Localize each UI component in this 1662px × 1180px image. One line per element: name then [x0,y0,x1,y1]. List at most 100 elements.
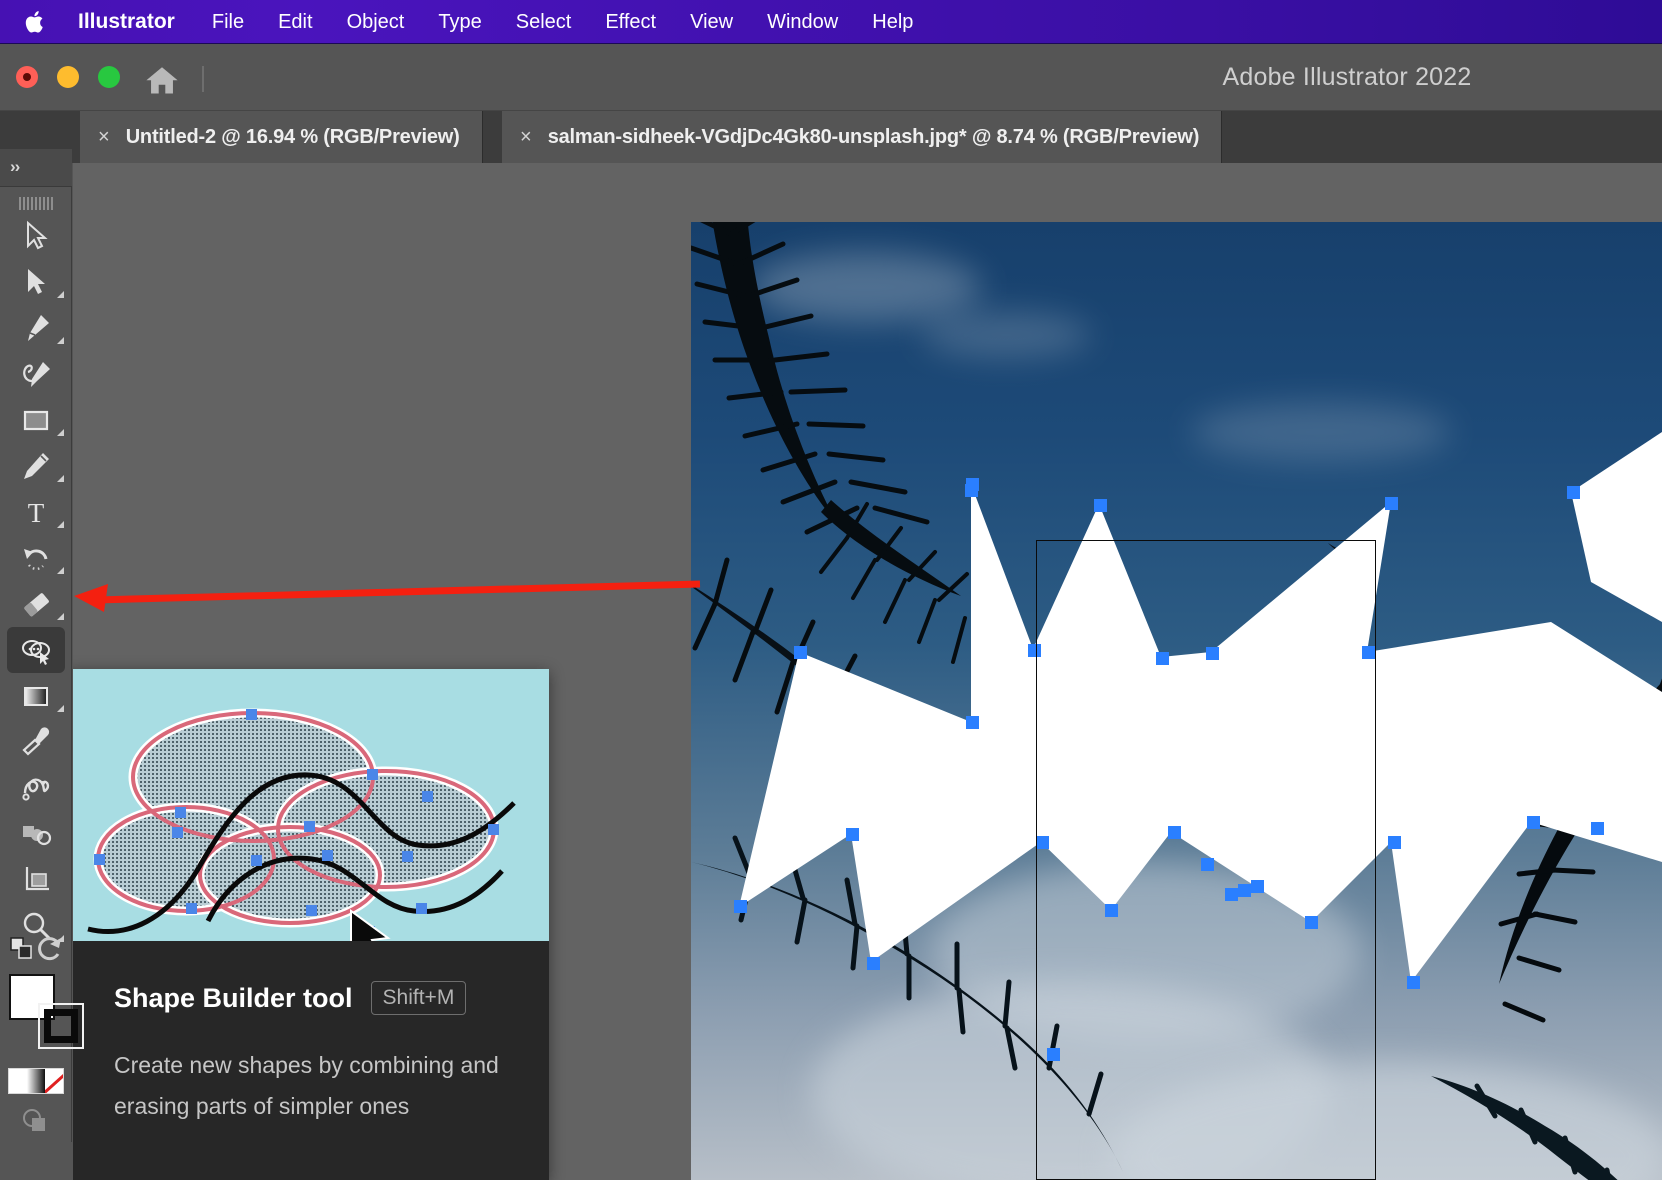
menu-illustrator[interactable]: Illustrator [70,0,195,44]
svg-text:T: T [28,498,45,528]
default-colors-icon[interactable] [36,936,64,962]
eyedropper-icon [22,727,50,756]
placed-photo-palm-trees [691,222,1662,1180]
tooltip-header: Shape Builder tool Shift+M [73,941,549,1015]
solid-color-button[interactable] [9,1069,27,1093]
shape-builder-illustration [73,669,549,941]
traffic-lights [16,66,120,88]
fill-stroke-shortcuts [0,932,72,966]
shape-builder-tool[interactable] [7,627,65,673]
stroke-color-swatch[interactable] [38,1003,84,1049]
rotate-tool[interactable] [0,535,72,581]
chevron-right-double-icon[interactable]: ›› [0,149,72,177]
pen-nib-icon [28,315,49,341]
anchor-point[interactable] [1407,976,1420,989]
direct-selection-tool[interactable] [0,259,72,305]
anchor-point[interactable] [966,716,979,729]
gradient-button[interactable] [27,1069,45,1093]
flyout-indicator-icon[interactable] [57,475,64,482]
anchor-point[interactable] [846,828,859,841]
flyout-indicator-icon[interactable] [57,429,64,436]
anchor-point[interactable] [1094,499,1107,512]
anchor-point[interactable] [794,646,807,659]
menu-edit[interactable]: Edit [261,0,329,44]
rotate-arrow-icon [24,549,48,571]
swap-fill-stroke-icon[interactable] [9,936,35,962]
menu-file[interactable]: File [195,0,261,44]
anchor-point[interactable] [1591,822,1604,835]
blend-swirl-icon [22,778,50,801]
curvature-tool[interactable] [0,351,72,397]
apple-logo-icon[interactable] [0,9,70,35]
home-icon[interactable] [140,64,184,96]
document-tab-untitled-2[interactable]: × Untitled‐2 @ 16.94 % (RGB/Preview) [80,111,483,163]
solid-arrow-cursor-icon [28,269,45,294]
tool-tooltip-popup: Shape Builder tool Shift+M Create new sh… [73,669,549,1180]
document-tab-unsplash-jpg[interactable]: × salman‐sidheek‐VGdjDc4Gk80‐unsplash.jp… [502,111,1223,163]
menu-object[interactable]: Object [330,0,422,44]
none-color-button[interactable] [45,1069,63,1093]
menu-help[interactable]: Help [855,0,930,44]
menu-window[interactable]: Window [750,0,855,44]
tooltip-title: Shape Builder tool [114,982,353,1013]
flyout-indicator-icon[interactable] [57,337,64,344]
document-canvas[interactable]: Shape Builder tool Shift+M Create new sh… [73,163,1662,1180]
tools-panel: T [0,187,84,1180]
anchor-point[interactable] [1567,486,1580,499]
flyout-indicator-icon[interactable] [57,291,64,298]
pen-tool[interactable] [0,305,72,351]
draw-mode-normal[interactable] [0,1094,72,1138]
anchor-point[interactable] [1388,836,1401,849]
flyout-indicator-icon[interactable] [57,613,64,620]
gradient-tool[interactable] [0,673,72,719]
anchor-point[interactable] [867,957,880,970]
selection-tool[interactable] [0,213,72,259]
flyout-indicator-icon[interactable] [57,521,64,528]
anchor-point[interactable] [1527,816,1540,829]
menu-effect[interactable]: Effect [588,0,673,44]
menu-type[interactable]: Type [421,0,498,44]
paintbrush-tool[interactable] [0,443,72,489]
fill-and-stroke-swatches [0,966,84,1062]
menu-view[interactable]: View [673,0,750,44]
tooltip-description: Create new shapes by combining and erasi… [114,1052,499,1119]
tab-label: salman‐sidheek‐VGdjDc4Gk80‐unsplash.jpg*… [547,125,1200,148]
flyout-indicator-icon[interactable] [57,705,64,712]
anchor-point[interactable] [1385,497,1398,510]
eraser-tool[interactable] [0,581,72,627]
flyout-indicator-icon[interactable] [57,567,64,574]
eraser-icon [24,593,49,617]
window-title-bar: Adobe Illustrator 2022 [0,44,1662,111]
menu-select[interactable]: Select [499,0,589,44]
type-tool[interactable]: T [0,489,72,535]
anchor-point[interactable] [734,900,747,913]
rectangle-tool[interactable] [0,397,72,443]
color-mode-swatches [8,1068,64,1094]
close-icon[interactable]: × [98,127,110,147]
tab-label: Untitled‐2 @ 16.94 % (RGB/Preview) [125,125,460,148]
gradient-square-icon [24,687,48,706]
page-title: Adobe Illustrator 2022 [1222,63,1472,91]
symbol-sprayer-tool[interactable] [0,811,72,857]
blend-tool[interactable] [0,765,72,811]
document-tab-bar: × Untitled‐2 @ 16.94 % (RGB/Preview) × s… [0,111,1662,163]
toolbar-expand-header[interactable]: ›› [0,149,72,187]
symbol-shapes-icon [23,826,52,846]
close-icon[interactable]: × [520,127,532,147]
toolbar-separator [202,66,204,92]
minimize-window-button[interactable] [57,66,79,88]
shape-builder-icon [22,640,50,665]
artboard-tool[interactable] [0,857,72,903]
macos-menu-bar: Illustrator File Edit Object Type Select… [0,0,1662,44]
tooltip-shortcut-badge: Shift+M [370,981,467,1015]
drag-handle-icon[interactable] [0,187,71,213]
artboard-crop-icon [25,867,49,891]
type-t-icon: T [28,498,45,528]
curvature-pen-icon [23,362,50,387]
maximize-window-button[interactable] [98,66,120,88]
close-window-button[interactable] [16,66,38,88]
toolbar-footer [0,1142,72,1180]
pencil-icon [24,453,49,479]
anchor-point[interactable] [965,484,978,497]
eyedropper-tool[interactable] [0,719,72,765]
